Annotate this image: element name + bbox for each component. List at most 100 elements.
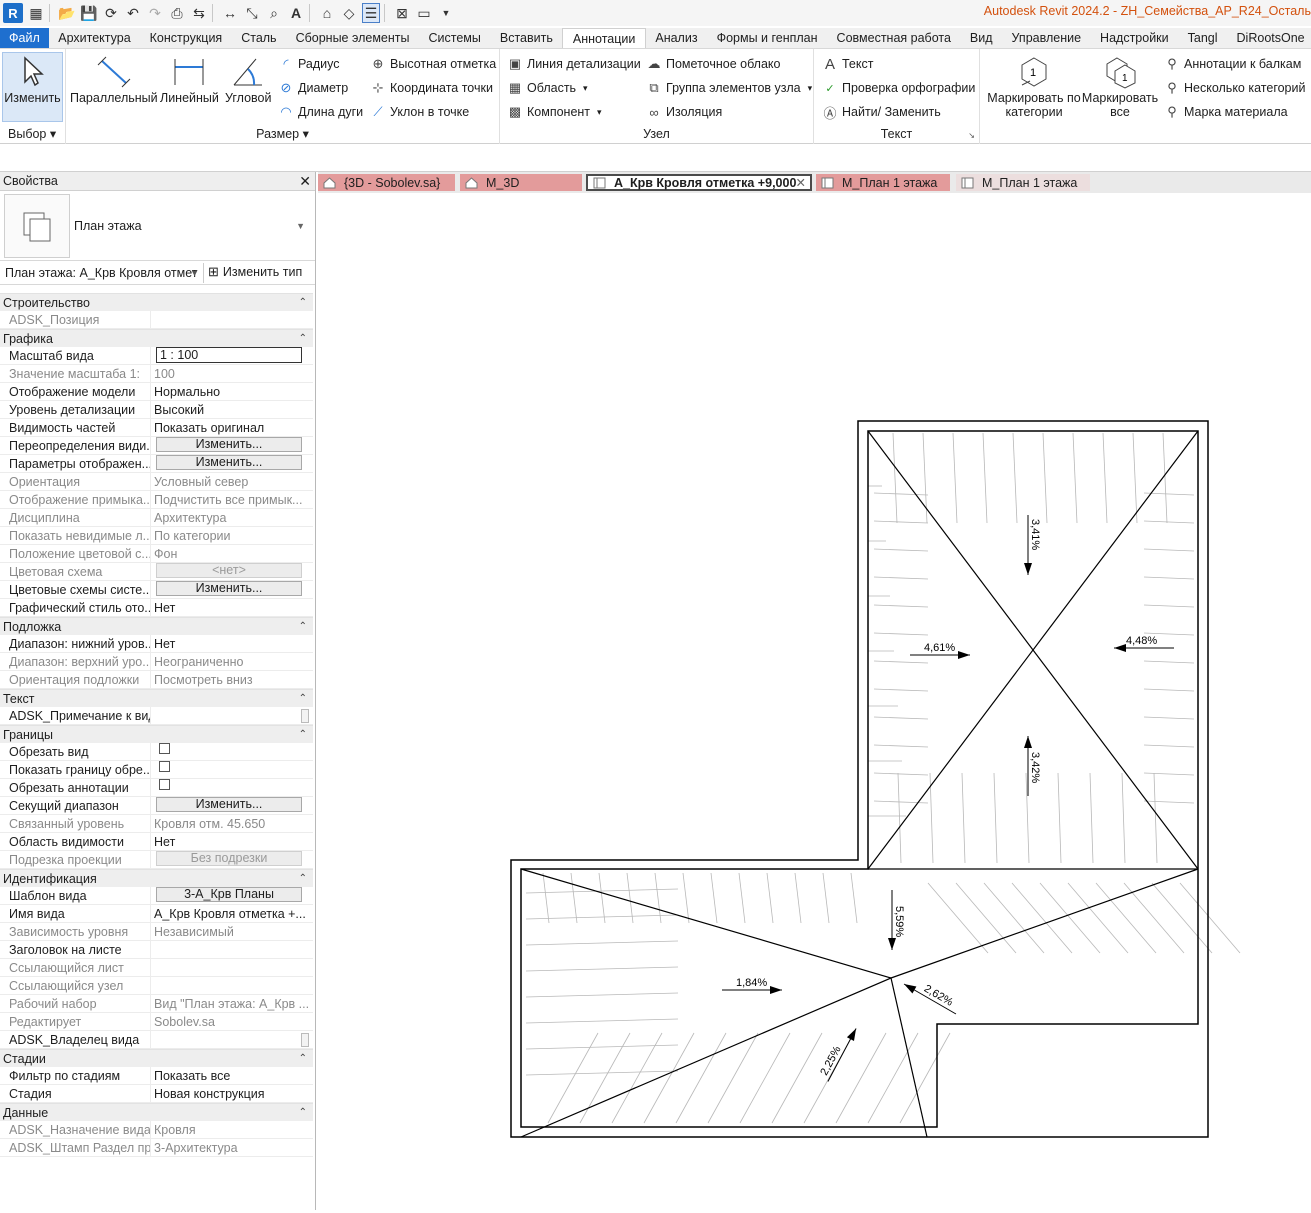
collapse-icon[interactable]: ⌃ [299,297,307,308]
collapse-icon[interactable]: ⌃ [299,333,307,344]
beam-annotations-button[interactable]: ⚲ Аннотации к балкам [1164,54,1301,74]
view-tab[interactable]: М_План 1 этажа [956,174,1090,191]
property-value[interactable]: Нет [151,635,313,653]
close-icon[interactable]: ✕ [299,173,311,190]
split-icon[interactable]: ⇆ [190,3,208,23]
property-value[interactable]: Новая конструкция [151,1085,313,1103]
tag-all-button[interactable]: 1 Маркировать все [1082,53,1158,119]
tab-1[interactable]: Архитектура [49,28,140,48]
3d-view-icon[interactable]: ⌂ [318,3,336,23]
find-replace-button[interactable]: Ⓐ Найти/ Заменить [822,102,940,122]
tab-2[interactable]: Конструкция [140,28,232,48]
spot-coordinate-button[interactable]: ⊹ Координата точки [370,78,493,98]
measure-icon[interactable]: ↔ [221,3,239,23]
property-value[interactable] [151,742,313,761]
modify-button[interactable]: Изменить [2,52,63,122]
instance-filter-dropdown[interactable]: План этажа: А_Крв Кровля отмет ▼ [3,263,204,283]
property-value[interactable]: Нет [151,833,313,851]
property-group-header[interactable]: Графика ⌃ [0,329,313,347]
spelling-button[interactable]: ✓ Проверка орфографии [822,78,975,98]
field-scroll-handle[interactable] [301,709,309,723]
home-icon[interactable]: ▦ [27,3,45,23]
property-group-header[interactable]: Подложка ⌃ [0,617,313,635]
insulation-button[interactable]: ∞ Изоляция [646,102,722,122]
dimension-icon[interactable]: ⤡ [243,3,261,23]
slope-arrow-top-east[interactable]: 4,48% [1114,635,1174,652]
text-button[interactable]: A Текст [822,54,874,74]
property-value[interactable]: Показать все [151,1067,313,1085]
tab-12[interactable]: Управление [1002,28,1091,48]
text-icon[interactable]: A [287,3,305,23]
property-edit-button[interactable]: Изменить... [156,436,302,452]
property-group-header[interactable]: Идентификация ⌃ [0,869,313,887]
tab-4[interactable]: Сборные элементы [286,28,419,48]
slope-arrow-bottom-south[interactable]: 2,25% [816,1022,859,1083]
linear-dimension-button[interactable]: Линейный [160,53,219,105]
detail-group-button[interactable]: ⧉ Группа элементов узла ▾ [646,78,812,98]
tab-0[interactable]: Файл [0,28,49,48]
property-edit-button[interactable]: Изменить... [156,796,302,812]
tab-9[interactable]: Формы и генплан [707,28,827,48]
print-icon[interactable]: ⎙ [168,3,186,23]
tab-15[interactable]: DiRootsOne [1227,28,1311,48]
slope-arrow-bottom-west[interactable]: 1,84% [722,977,782,994]
property-value[interactable] [151,941,313,959]
checkbox[interactable] [159,778,170,790]
region-button[interactable]: ▦ Область ▾ [507,78,588,98]
property-edit-button[interactable]: Изменить... [156,580,302,596]
property-value[interactable]: А_Крв Кровля отметка +... [151,905,313,923]
roof-plan-drawing[interactable]: 3,41% 4,61% 4,48% 3,42% 5,59% 1,84% 2,62… [318,193,1311,1210]
property-value[interactable] [151,760,313,779]
close-hidden-icon[interactable]: ⊠ [393,3,411,23]
scale-input[interactable]: 1 : 100 [156,346,302,363]
field-scroll-handle[interactable] [301,1033,309,1047]
tab-10[interactable]: Совместная работа [827,28,960,48]
property-value[interactable]: 3-А_Крв Планы [151,886,313,905]
switch-windows-icon[interactable]: ▭ [415,3,433,23]
aligned-dimension-button[interactable]: Параллельный [70,53,158,105]
property-value[interactable]: Изменить... [151,454,313,473]
tab-7[interactable]: Аннотации [562,28,646,48]
checkbox[interactable] [159,742,170,754]
revision-cloud-button[interactable]: ☁ Пометочное облако [646,54,781,74]
slope-arrow-top-north[interactable]: 3,41% [1024,515,1041,575]
collapse-icon[interactable]: ⌃ [299,621,307,632]
undo-icon[interactable]: ↶ [124,3,142,23]
property-value[interactable]: Нормально [151,383,313,401]
tab-14[interactable]: Tangl [1178,28,1227,48]
tab-5[interactable]: Системы [419,28,490,48]
tab-6[interactable]: Вставить [490,28,562,48]
redo-icon[interactable]: ↷ [146,3,164,23]
property-value[interactable]: Высокий [151,401,313,419]
property-group-header[interactable]: Стадии ⌃ [0,1049,313,1067]
property-value[interactable]: Изменить... [151,436,313,455]
property-edit-button[interactable]: Изменить... [156,454,302,470]
property-value[interactable]: 1 : 100 [151,346,313,365]
tab-8[interactable]: Анализ [646,28,707,48]
save-icon[interactable]: 💾 [80,3,98,23]
property-edit-button[interactable]: 3-А_Крв Планы [156,886,302,902]
tab-13[interactable]: Надстройки [1091,28,1179,48]
section-icon[interactable]: ◇ [340,3,358,23]
angular-dimension-button[interactable]: Угловой [225,53,271,105]
property-value[interactable]: Показать оригинал [151,419,313,437]
property-group-header[interactable]: Строительство ⌃ [0,293,313,311]
slope-arrow-top-west[interactable]: 4,61% [910,642,970,659]
checkbox[interactable] [159,760,170,772]
thin-lines-icon[interactable]: ☰ [362,3,380,23]
material-tag-button[interactable]: ⚲ Марка материала [1164,102,1287,122]
edit-type-button[interactable]: ⊞ Изменить тип [208,264,302,280]
property-value[interactable] [151,707,313,725]
view-tab[interactable]: {3D - Sobolev.sa} [318,174,455,191]
property-group-header[interactable]: Текст ⌃ [0,689,313,707]
slope-arrow-bottom-north[interactable]: 5,59% [888,890,905,950]
drawing-area[interactable]: 3,41% 4,61% 4,48% 3,42% 5,59% 1,84% 2,62… [318,193,1311,1210]
select-panel-title[interactable]: Выбор ▾ [8,126,65,141]
spot-elevation-button[interactable]: ⊕ Высотная отметка [370,54,497,74]
open-icon[interactable]: 📂 [58,3,76,23]
arc-length-dimension-button[interactable]: ◠ Длина дуги [278,102,363,122]
customize-icon[interactable]: ▼ [437,3,455,23]
view-tab[interactable]: М_План 1 этажа [816,174,950,191]
view-tab[interactable]: М_3D [460,174,582,191]
collapse-icon[interactable]: ⌃ [299,873,307,884]
